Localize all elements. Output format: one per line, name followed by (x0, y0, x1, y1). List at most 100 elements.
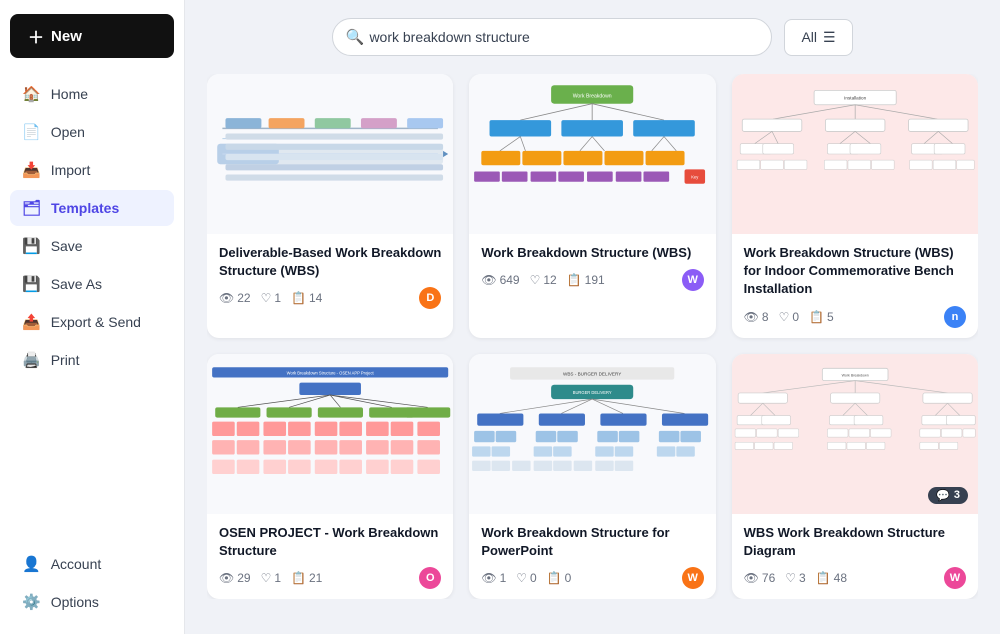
heart-icon: ♡ (261, 291, 272, 305)
card-meta-5: 👁 1 ♡ 0 📋 0 W (481, 567, 703, 589)
template-card-1[interactable]: Deliverable-Based Work Breakdown Structu… (207, 74, 453, 338)
sidebar-item-export[interactable]: 📤 Export & Send (10, 304, 174, 340)
copy-icon-3: 📋 (809, 310, 824, 324)
svg-text:WBS - BURGER DELIVERY: WBS - BURGER DELIVERY (563, 371, 621, 376)
card-meta-6: 👁 76 ♡ 3 📋 48 W (744, 567, 966, 589)
views-2: 👁 649 (481, 273, 519, 287)
filter-menu-icon: ☰ (823, 29, 836, 46)
sidebar: ＋ New 🏠 Home 📄 Open 📥 Import 🗂 Templates… (0, 0, 185, 634)
sidebar-item-templates[interactable]: 🗂 Templates (10, 190, 174, 226)
save-icon: 💾 (22, 237, 41, 255)
copy-icon: 📋 (291, 291, 306, 305)
search-bar-row: 🔍 All ☰ (207, 18, 978, 56)
sidebar-label-save: Save (51, 238, 83, 254)
copies-3: 📋 5 (809, 310, 834, 324)
card-title-4: OSEN PROJECT - Work Breakdown Structure (219, 524, 441, 560)
card-info-1: Deliverable-Based Work Breakdown Structu… (207, 234, 453, 319)
likes-3: ♡ 0 (779, 310, 799, 324)
card-title-5: Work Breakdown Structure for PowerPoint (481, 524, 703, 560)
sidebar-label-templates: Templates (51, 200, 119, 216)
views-1: 👁 22 (219, 291, 251, 305)
copies-1: 📋 14 (291, 291, 322, 305)
sidebar-item-print[interactable]: 🖨️ Print (10, 342, 174, 378)
avatar-3: n (944, 306, 966, 328)
views-3: 👁 8 (744, 310, 769, 324)
sidebar-label-options: Options (51, 594, 99, 610)
avatar-4: O (419, 567, 441, 589)
template-card-5[interactable]: WBS - BURGER DELIVERY BURGER DELIVERY (469, 354, 715, 599)
likes-5: ♡ 0 (516, 571, 536, 585)
svg-text:BURGER DELIVERY: BURGER DELIVERY (573, 390, 612, 395)
eye-icon-4: 👁 (219, 571, 234, 585)
sidebar-item-home[interactable]: 🏠 Home (10, 76, 174, 112)
new-label: New (51, 28, 82, 45)
card-title-2: Work Breakdown Structure (WBS) (481, 244, 703, 262)
sidebar-item-save[interactable]: 💾 Save (10, 228, 174, 264)
template-card-2[interactable]: Work Breakdown (469, 74, 715, 338)
card-info-6: WBS Work Breakdown Structure Diagram 👁 7… (732, 514, 978, 599)
template-card-3[interactable]: Installation (732, 74, 978, 338)
wbs-flow-diagram (207, 74, 453, 234)
nav-section-bottom: 👤 Account ⚙️ Options (10, 546, 174, 620)
wbs-pink-diagram: Installation (732, 74, 978, 234)
avatar-6: W (944, 567, 966, 589)
card-info-3: Work Breakdown Structure (WBS) for Indoo… (732, 234, 978, 338)
card-meta-4: 👁 29 ♡ 1 📋 21 O (219, 567, 441, 589)
new-button[interactable]: ＋ New (10, 14, 174, 58)
sidebar-label-home: Home (51, 86, 88, 102)
nav-section-main: 🏠 Home 📄 Open 📥 Import 🗂 Templates 💾 Sav… (10, 76, 174, 378)
sidebar-label-account: Account (51, 556, 102, 572)
card-info-4: OSEN PROJECT - Work Breakdown Structure … (207, 514, 453, 599)
sidebar-item-save-as[interactable]: 💾 Save As (10, 266, 174, 302)
search-icon: 🔍 (345, 28, 364, 46)
card-title-6: WBS Work Breakdown Structure Diagram (744, 524, 966, 560)
card-meta-1: 👁 22 ♡ 1 📋 14 D (219, 287, 441, 309)
options-icon: ⚙️ (22, 593, 41, 611)
likes-4: ♡ 1 (261, 571, 281, 585)
sidebar-item-import[interactable]: 📥 Import (10, 152, 174, 188)
views-5: 👁 1 (481, 571, 506, 585)
sidebar-label-save-as: Save As (51, 276, 102, 292)
svg-text:Work Breakdown: Work Breakdown (841, 373, 868, 377)
export-icon: 📤 (22, 313, 41, 331)
avatar-2: W (682, 269, 704, 291)
import-icon: 📥 (22, 161, 41, 179)
cards-grid: Deliverable-Based Work Breakdown Structu… (207, 74, 978, 599)
filter-label: All (801, 29, 817, 45)
wbs-osen-diagram: Work Breakdown Structure - OSEN APP Proj… (207, 354, 453, 514)
heart-icon-2: ♡ (530, 273, 541, 287)
sidebar-item-open[interactable]: 📄 Open (10, 114, 174, 150)
card-info-5: Work Breakdown Structure for PowerPoint … (469, 514, 715, 599)
wbs-burger-diagram: WBS - BURGER DELIVERY BURGER DELIVERY (469, 354, 715, 514)
copies-5: 📋 0 (547, 571, 572, 585)
search-input[interactable] (332, 18, 772, 56)
heart-icon-4: ♡ (261, 571, 272, 585)
card-thumb-4: Work Breakdown Structure - OSEN APP Proj… (207, 354, 453, 514)
filter-button[interactable]: All ☰ (784, 19, 852, 56)
open-icon: 📄 (22, 123, 41, 141)
template-card-4[interactable]: Work Breakdown Structure - OSEN APP Proj… (207, 354, 453, 599)
svg-text:Installation: Installation (844, 96, 866, 101)
home-icon: 🏠 (22, 85, 41, 103)
main-content: 🔍 All ☰ (185, 0, 1000, 634)
card-thumb-6: Work Breakdown (732, 354, 978, 514)
likes-6: ♡ 3 (785, 571, 805, 585)
copies-6: 📋 48 (816, 571, 847, 585)
likes-1: ♡ 1 (261, 291, 281, 305)
card-title-1: Deliverable-Based Work Breakdown Structu… (219, 244, 441, 280)
views-6: 👁 76 (744, 571, 776, 585)
card-thumb-5: WBS - BURGER DELIVERY BURGER DELIVERY (469, 354, 715, 514)
sidebar-item-account[interactable]: 👤 Account (10, 546, 174, 582)
search-wrapper: 🔍 (332, 18, 772, 56)
avatar-5: W (682, 567, 704, 589)
card-thumb-3: Installation (732, 74, 978, 234)
templates-icon: 🗂 (22, 199, 41, 217)
sidebar-label-print: Print (51, 352, 80, 368)
eye-icon-5: 👁 (481, 571, 496, 585)
account-icon: 👤 (22, 555, 41, 573)
template-card-6[interactable]: Work Breakdown (732, 354, 978, 599)
card-meta-2: 👁 649 ♡ 12 📋 191 W (481, 269, 703, 291)
card-thumb-1 (207, 74, 453, 234)
sidebar-item-options[interactable]: ⚙️ Options (10, 584, 174, 620)
heart-icon-3: ♡ (779, 310, 790, 324)
